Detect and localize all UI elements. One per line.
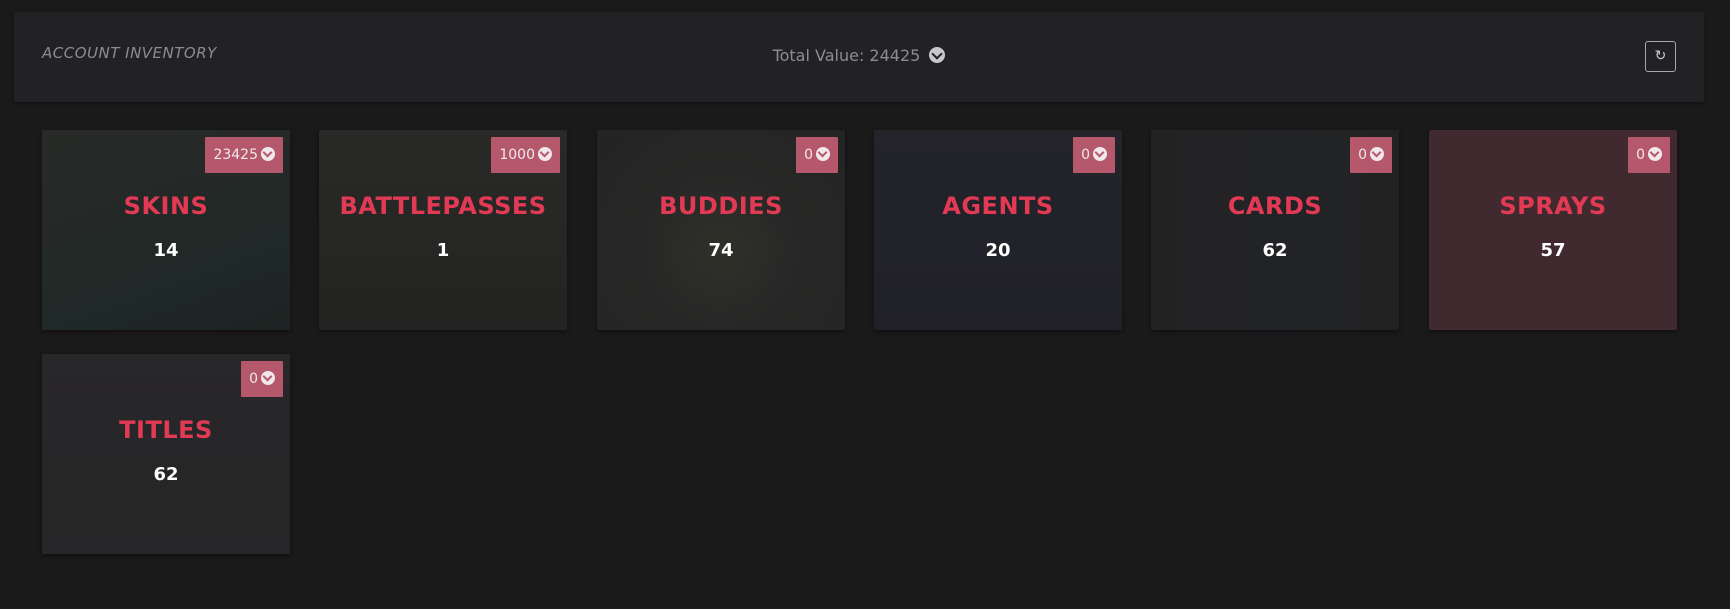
value-badge: 0: [1073, 137, 1115, 173]
value-amount: 0: [249, 371, 258, 387]
value-badge: 0: [1350, 137, 1392, 173]
vp-currency-icon: [1093, 147, 1107, 161]
vp-currency-icon: [929, 47, 946, 63]
category-count: 57: [1540, 240, 1566, 261]
value-amount: 23425: [213, 147, 258, 163]
refresh-button[interactable]: ↻: [1645, 41, 1676, 72]
value-amount: 1000: [499, 147, 535, 163]
inventory-header: ACCOUNT INVENTORY Total Value: 24425 ↻: [14, 12, 1704, 102]
category-name: TITLES: [119, 416, 213, 444]
category-count: 14: [153, 240, 179, 261]
vp-currency-icon: [261, 147, 275, 161]
category-name: BATTLEPASSES: [339, 192, 547, 220]
value-amount: 0: [1081, 147, 1090, 163]
value-badge: 0: [796, 137, 838, 173]
category-count: 20: [985, 240, 1011, 261]
category-name: AGENTS: [942, 192, 1054, 220]
category-count: 1: [436, 240, 450, 261]
category-card-titles[interactable]: 0 TITLES 62: [42, 354, 290, 554]
category-card-agents[interactable]: 0 AGENTS 20: [874, 130, 1122, 330]
vp-currency-icon: [261, 371, 275, 385]
refresh-icon: ↻: [1654, 48, 1667, 64]
category-card-buddies[interactable]: 0 BUDDIES 74: [597, 130, 845, 330]
category-card-sprays[interactable]: 0 SPRAYS 57: [1429, 130, 1677, 330]
vp-currency-icon: [1370, 147, 1384, 161]
vp-currency-icon: [538, 147, 552, 161]
vp-currency-icon: [1648, 147, 1662, 161]
value-badge: 23425: [205, 137, 283, 173]
value-amount: 0: [804, 147, 813, 163]
total-value: Total Value: 24425: [14, 46, 1704, 65]
category-count: 62: [1262, 240, 1288, 261]
value-amount: 0: [1358, 147, 1367, 163]
category-count: 74: [708, 240, 734, 261]
total-value-label: Total Value: 24425: [772, 46, 921, 65]
category-count: 62: [153, 464, 179, 485]
vp-currency-icon: [816, 147, 830, 161]
category-card-battlepasses[interactable]: 1000 BATTLEPASSES 1: [319, 130, 567, 330]
category-name: SKINS: [123, 192, 209, 220]
category-card-skins[interactable]: 23425 SKINS 14: [42, 130, 290, 330]
category-name: SPRAYS: [1499, 192, 1607, 220]
value-badge: 1000: [491, 137, 560, 173]
category-name: BUDDIES: [659, 192, 783, 220]
value-amount: 0: [1636, 147, 1645, 163]
category-name: CARDS: [1227, 192, 1323, 220]
value-badge: 0: [1628, 137, 1670, 173]
value-badge: 0: [241, 361, 283, 397]
category-card-cards[interactable]: 0 CARDS 62: [1151, 130, 1399, 330]
